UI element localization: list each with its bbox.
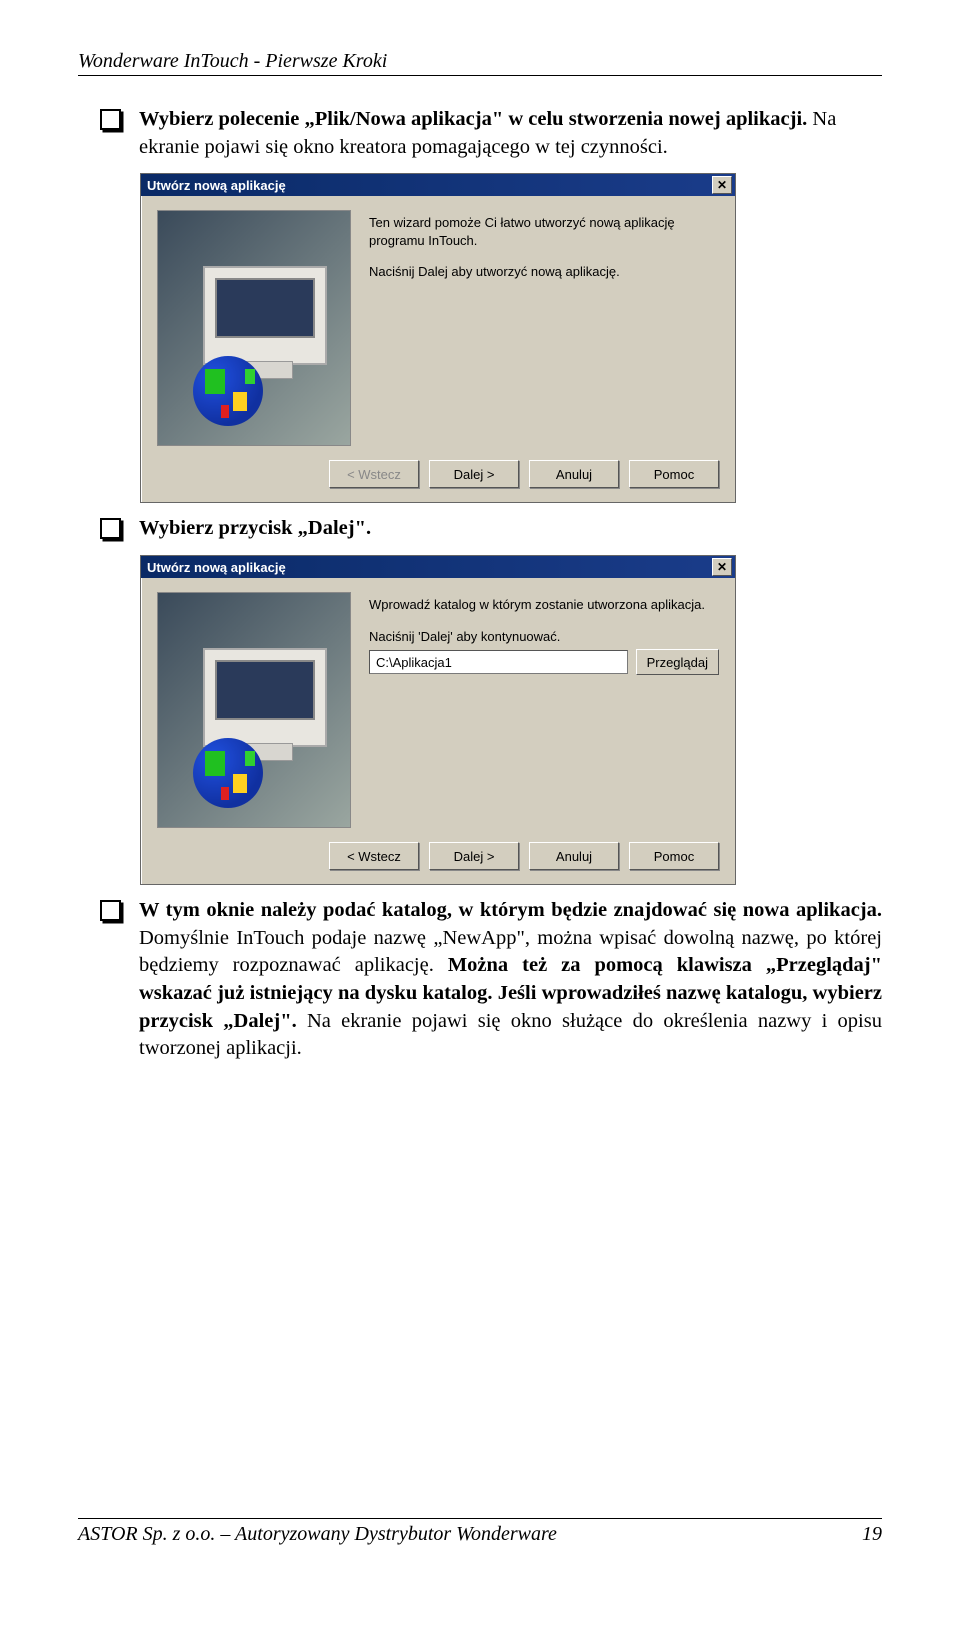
para3-text: W tym oknie należy podać katalog, w któr… [139, 897, 882, 1063]
wizard-dialog-1: Utwórz nową aplikację ✕ Ten wizard pomoż… [140, 173, 736, 503]
para3-t1: W tym oknie należy podać katalog, w któr… [139, 899, 882, 921]
wizard-dialog-2: Utwórz nową aplikację ✕ Wprowadź katalog… [140, 555, 736, 885]
dialog2-line1: Wprowadź katalog w którym zostanie utwor… [369, 596, 719, 614]
header-title: Wonderware InTouch - Pierwsze Kroki [78, 50, 387, 72]
para2-text: Wybierz przycisk „Dalej". [139, 515, 371, 543]
footer-left: ASTOR Sp. z o.o. – Autoryzowany Dystrybu… [78, 1523, 557, 1546]
bullet-icon [100, 518, 121, 539]
back-button[interactable]: < Wstecz [329, 842, 419, 870]
bullet-icon [100, 900, 121, 921]
dialog2-button-row: < Wstecz Dalej > Anuluj Pomoc [141, 836, 735, 884]
help-button[interactable]: Pomoc [629, 842, 719, 870]
dialog2-line2: Naciśnij 'Dalej' aby kontynuować. [369, 628, 719, 646]
dialog2-title: Utwórz nową aplikację [147, 560, 286, 575]
title-bar: Utwórz nową aplikację ✕ [141, 174, 735, 196]
close-icon[interactable]: ✕ [712, 176, 732, 194]
close-icon[interactable]: ✕ [712, 558, 732, 576]
dialog1-button-row: < Wstecz Dalej > Anuluj Pomoc [141, 454, 735, 502]
browse-button[interactable]: Przeglądaj [636, 649, 719, 675]
wizard-image [157, 592, 351, 828]
path-value: C:\Aplikacja1 [376, 655, 452, 670]
cancel-button[interactable]: Anuluj [529, 842, 619, 870]
dialog1-title: Utwórz nową aplikację [147, 178, 286, 193]
next-button[interactable]: Dalej > [429, 460, 519, 488]
path-row: C:\Aplikacja1 Przeglądaj [369, 649, 719, 675]
page-footer: ASTOR Sp. z o.o. – Autoryzowany Dystrybu… [78, 1518, 882, 1546]
title-bar: Utwórz nową aplikację ✕ [141, 556, 735, 578]
bullet-item-1: Wybierz polecenie „Plik/Nowa aplikacja" … [100, 106, 882, 161]
dialog1-line1: Ten wizard pomoże Ci łatwo utworzyć nową… [369, 214, 719, 249]
para1-bold: Wybierz polecenie „Plik/Nowa aplikacja" … [139, 108, 807, 130]
para1-text: Wybierz polecenie „Plik/Nowa aplikacja" … [139, 106, 882, 161]
path-input[interactable]: C:\Aplikacja1 [369, 650, 628, 674]
dialog1-line2: Naciśnij Dalej aby utworzyć nową aplikac… [369, 263, 719, 281]
back-button[interactable]: < Wstecz [329, 460, 419, 488]
page-header: Wonderware InTouch - Pierwsze Kroki [78, 50, 882, 76]
footer-page-number: 19 [862, 1523, 882, 1546]
bullet-item-2: Wybierz przycisk „Dalej". [100, 515, 882, 543]
help-button[interactable]: Pomoc [629, 460, 719, 488]
cancel-button[interactable]: Anuluj [529, 460, 619, 488]
next-button[interactable]: Dalej > [429, 842, 519, 870]
bullet-item-3: W tym oknie należy podać katalog, w któr… [100, 897, 882, 1063]
wizard-image [157, 210, 351, 446]
bullet-icon [100, 109, 121, 130]
